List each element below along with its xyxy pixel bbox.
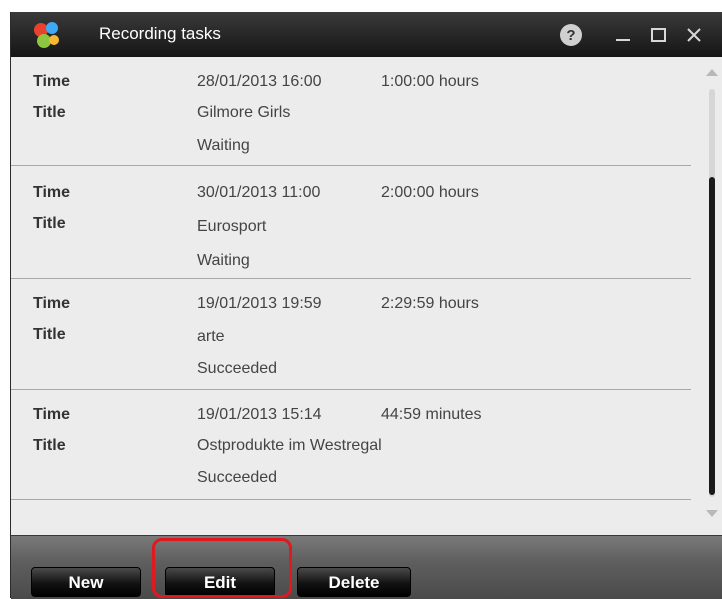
task-time: 28/01/2013 16:00 [197,73,322,90]
task-item[interactable]: Time Title 30/01/2013 11:00 2:00:00 hour… [11,166,691,279]
time-label: Time [33,184,71,201]
delete-button[interactable]: Delete [297,567,411,597]
svg-text:?: ? [566,27,575,44]
scroll-up-arrow-icon[interactable] [705,67,719,77]
window-title: Recording tasks [99,24,221,43]
time-label: Time [33,295,71,312]
title-label: Title [33,437,66,454]
task-item[interactable]: Time Title 28/01/2013 16:00 1:00:00 hour… [11,57,691,166]
time-label: Time [33,73,71,90]
task-duration: 2:29:59 hours [381,295,479,312]
maximize-icon[interactable] [646,22,672,48]
task-status: Waiting [197,137,250,154]
task-duration: 44:59 minutes [381,406,482,423]
task-list[interactable]: Time Title 28/01/2013 16:00 1:00:00 hour… [11,57,701,535]
help-icon[interactable]: ? [558,22,584,48]
new-button[interactable]: New [31,567,141,597]
edit-button[interactable]: Edit [165,567,275,597]
button-bar: New Edit Delete [11,535,722,599]
title-bar[interactable]: Recording tasks ? [11,12,722,57]
minimize-icon[interactable] [611,22,637,48]
vertical-scrollbar[interactable] [701,57,722,535]
task-title: Eurosport [197,218,267,235]
task-time: 30/01/2013 11:00 [197,184,321,201]
task-duration: 2:00:00 hours [381,184,479,201]
task-status: Succeeded [197,469,278,486]
task-time: 19/01/2013 19:59 [197,295,322,312]
task-title: arte [197,328,225,345]
title-label: Title [33,104,66,121]
task-title: Gilmore Girls [197,104,291,121]
task-status: Waiting [197,252,250,269]
task-status: Succeeded [197,360,278,377]
close-icon[interactable] [681,22,707,48]
title-label: Title [33,326,66,343]
task-title: Ostprodukte im Westregal [197,437,382,454]
task-item[interactable]: Time Title 19/01/2013 15:14 44:59 minute… [11,390,691,500]
task-time: 19/01/2013 15:14 [197,406,322,423]
title-label: Title [33,215,66,232]
task-duration: 1:00:00 hours [381,73,479,90]
task-item[interactable]: Time Title 19/01/2013 19:59 2:29:59 hour… [11,279,691,390]
scroll-thumb[interactable] [709,177,715,495]
scroll-down-arrow-icon[interactable] [705,509,719,519]
app-logo-icon [34,22,59,48]
recording-tasks-window: Recording tasks ? Time Title 28/01/2013 … [10,12,722,599]
time-label: Time [33,406,71,423]
